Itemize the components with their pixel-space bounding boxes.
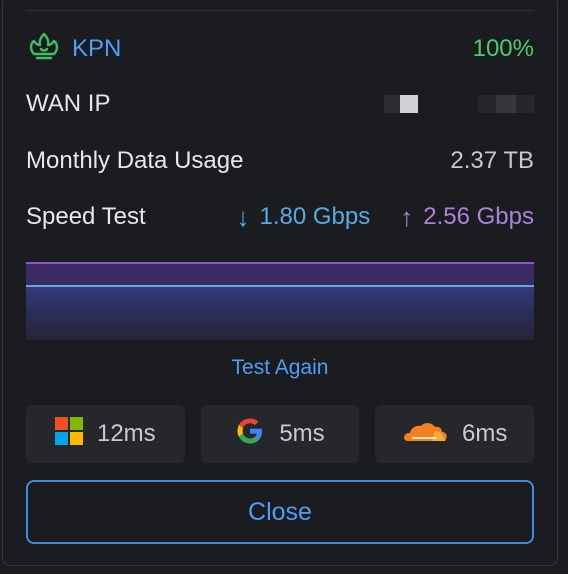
speed-test-row: Speed Test ↓ 1.80 Gbps ↑ 2.56 Gbps bbox=[26, 197, 534, 237]
ping-value: 5ms bbox=[279, 420, 325, 447]
speed-graph bbox=[26, 262, 534, 340]
data-usage-row: Monthly Data Usage 2.37 TB bbox=[26, 141, 534, 181]
google-icon bbox=[235, 416, 265, 453]
wan-ip-row: WAN IP bbox=[26, 84, 534, 124]
close-button[interactable]: Close bbox=[26, 480, 534, 544]
data-usage-value: 2.37 TB bbox=[450, 147, 534, 174]
ping-value: 12ms bbox=[96, 420, 156, 447]
ping-value: 6ms bbox=[462, 420, 508, 447]
top-divider bbox=[26, 10, 534, 11]
upload-speed-value: 2.56 Gbps bbox=[423, 203, 534, 230]
kpn-crown-icon bbox=[26, 28, 62, 71]
cloudflare-icon bbox=[402, 419, 448, 450]
arrow-up-icon: ↑ bbox=[400, 202, 414, 232]
ping-tile-microsoft: 12ms bbox=[26, 405, 185, 463]
isp-name: KPN bbox=[72, 35, 122, 62]
test-again-button[interactable]: Test Again bbox=[26, 352, 534, 384]
isp-signal-percent: 100% bbox=[472, 35, 534, 62]
data-usage-label: Monthly Data Usage bbox=[26, 147, 244, 174]
isp-info: KPN bbox=[26, 28, 121, 71]
arrow-down-icon: ↓ bbox=[236, 202, 250, 232]
latency-tiles: 12ms 5ms 6ms bbox=[26, 405, 535, 463]
download-speed-value: 1.80 Gbps bbox=[259, 203, 371, 230]
download-speed: ↓ 1.80 Gbps bbox=[237, 203, 371, 231]
speed-graph-lines bbox=[26, 285, 534, 287]
isp-row: KPN 100% bbox=[26, 29, 534, 69]
upload-speed: ↑ 2.56 Gbps bbox=[400, 203, 534, 231]
speed-test-label: Speed Test bbox=[26, 203, 146, 230]
ping-tile-cloudflare: 6ms bbox=[375, 405, 535, 463]
wan-ip-redacted bbox=[384, 95, 534, 113]
speed-test-values: ↓ 1.80 Gbps ↑ 2.56 Gbps bbox=[237, 203, 535, 231]
wan-ip-label: WAN IP bbox=[26, 90, 111, 117]
ping-tile-google: 5ms bbox=[200, 405, 360, 463]
microsoft-icon bbox=[54, 416, 83, 452]
